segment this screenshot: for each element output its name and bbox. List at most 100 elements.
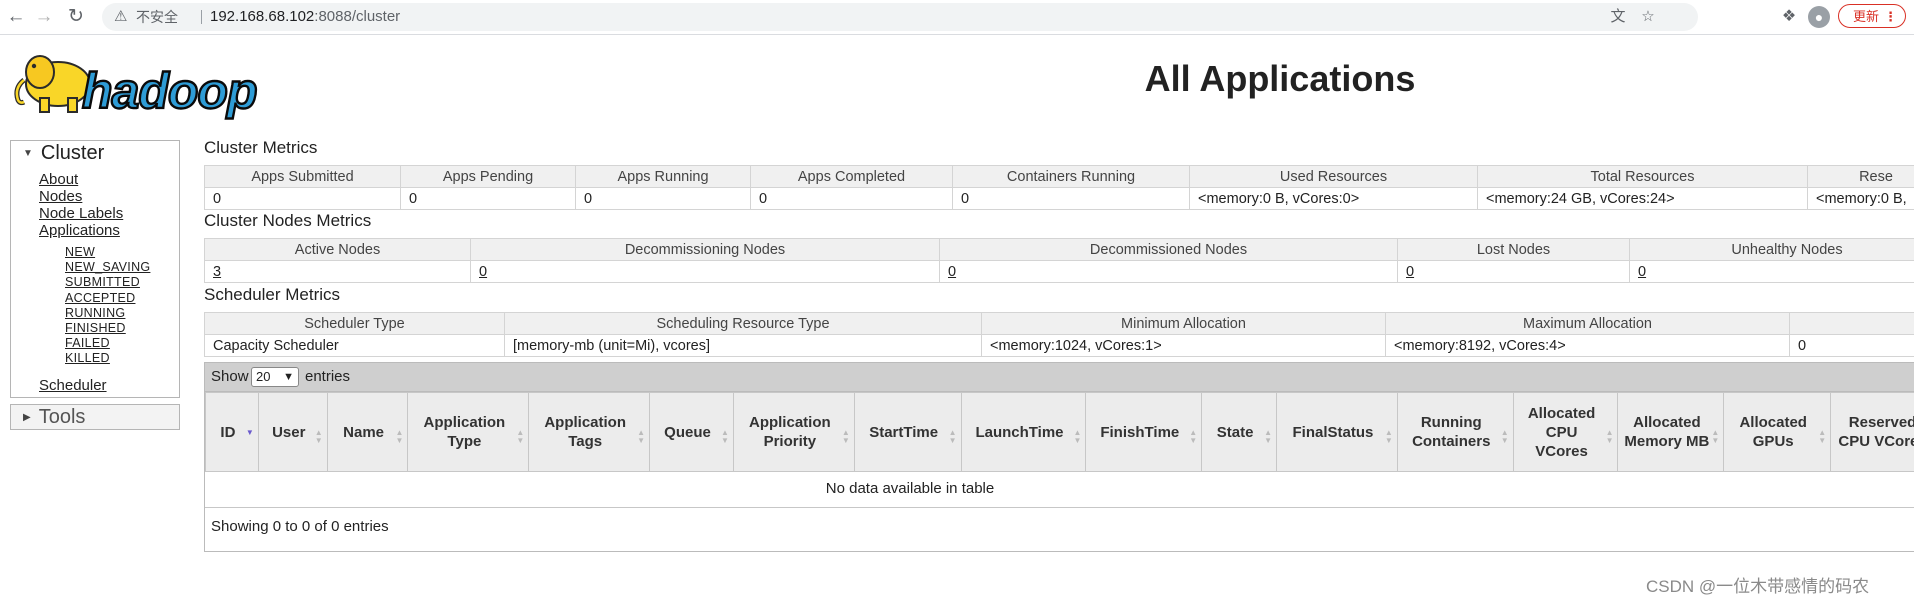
cm-value-apps-completed: 0 [750,187,953,210]
sort-both-icon: ▲ ▼ [1264,428,1273,445]
sort-both-icon: ▲ ▼ [637,428,646,445]
watermark: CSDN @一位木带感情的码农 [1646,577,1870,596]
cm-value-reserved-resources: <memory:0 B, [1807,187,1914,210]
sort-both-icon: ▲ ▼ [721,428,729,445]
sm-value-maximum-allocation: <memory:8192, vCores:4> [1385,334,1790,357]
column-header-finish-time[interactable]: FinishTime ▲ ▼ [1085,392,1203,472]
nm-cell-decommissioning-nodes: 0 [470,260,940,283]
nm-header-decommissioned-nodes: Decommissioned Nodes [939,238,1398,261]
column-label: Allocated CPU VCores [1527,404,1596,460]
column-label: LaunchTime [975,423,1064,441]
column-header-allocated-cpu-vcores[interactable]: Allocated CPU VCores ▲ ▼ [1512,392,1619,472]
column-header-reserved-cpu-vcores[interactable]: Reserved CPU VCores▲▼ [1830,392,1914,472]
column-label: Running Containers [1412,414,1491,450]
nodes-metrics-title: Cluster Nodes Metrics [204,211,372,230]
column-header-start-time[interactable]: StartTime ▲ ▼ [853,392,962,472]
column-label: Application Type [423,414,506,450]
sort-both-icon: ▲ ▼ [1189,428,1198,445]
sm-header-scheduling-resource-type: Scheduling Resource Type [504,312,982,335]
nm-cell-active-nodes: 3 [204,260,471,283]
sm-header-maximum-allocation: Maximum Allocation [1385,312,1790,335]
column-header-running-containers[interactable]: Running Containers ▲ ▼ [1396,392,1514,472]
applications-table-container: Show 20 ▼ entries ID ▼ User ▲ ▼ Name ▲ ▼ Appli… [204,362,1914,552]
decommissioning-nodes-link[interactable]: 0 [479,264,487,280]
column-label: Reserved CPU VCores [1838,414,1914,450]
column-header-allocated-gpus[interactable]: Allocated GPUs ▲ ▼ [1723,392,1832,472]
column-header-state[interactable]: State ▲ ▼ [1201,392,1278,472]
empty-table-message: No data available in table [825,480,995,497]
column-label: StartTime [869,423,939,441]
sort-both-icon: ▲ ▼ [1384,428,1393,445]
column-header-application-priority[interactable]: Application Priority ▲ ▼ [732,392,855,472]
sort-both-icon: ▲ ▼ [1818,428,1827,445]
sm-header-scheduler-type: Scheduler Type [204,312,505,335]
entries-label: entries [305,368,351,385]
table-length-bar: Show 20 ▼ entries [205,363,1914,392]
column-label: Queue [664,423,711,441]
sm-value-scheduler-type: Capacity Scheduler [204,334,505,357]
cm-value-apps-submitted: 0 [204,187,401,210]
lost-nodes-link[interactable]: 0 [1406,264,1414,280]
nm-cell-decommissioned-nodes: 0 [939,260,1398,283]
nm-cell-unhealthy-nodes: 0 [1629,260,1914,283]
scheduler-metrics-title: Scheduler Metrics [204,285,341,304]
cm-header-apps-completed: Apps Completed [750,165,953,188]
sort-desc-icon: ▼ [245,428,254,437]
column-header-name[interactable]: Name ▲ ▼ [326,392,409,472]
sort-both-icon: ▲ ▼ [314,428,323,445]
cm-header-containers-running: Containers Running [952,165,1190,188]
nm-header-lost-nodes: Lost Nodes [1397,238,1630,261]
column-label: Application Priority [748,414,831,450]
decommissioned-nodes-link[interactable]: 0 [948,264,956,280]
cm-header-apps-running: Apps Running [575,165,751,188]
active-nodes-link[interactable]: 3 [213,264,221,280]
cm-value-containers-running: 0 [952,187,1190,210]
chevron-down-icon: ▼ [283,371,294,383]
column-header-final-status[interactable]: FinalStatus ▲ ▼ [1276,392,1398,472]
cm-value-used-resources: <memory:0 B, vCores:0> [1189,187,1478,210]
sm-value-scheduling-resource-type: [memory-mb (unit=Mi), vcores] [504,334,982,357]
cm-header-reserved-resources: Rese [1807,165,1914,188]
entries-select-value: 20 [256,369,271,384]
nodes-metrics-table: Active Nodes Decommissioning Nodes Decom… [204,238,1914,283]
cm-header-apps-submitted: Apps Submitted [204,165,401,188]
column-label: FinalStatus [1292,423,1374,441]
entries-per-page-select[interactable]: 20 ▼ [251,367,299,387]
column-header-allocated-memory-mb[interactable]: Allocated Memory MB ▲ ▼ [1617,392,1725,472]
cm-header-total-resources: Total Resources [1477,165,1808,188]
unhealthy-nodes-link[interactable]: 0 [1638,264,1646,280]
column-header-user[interactable]: User ▲ ▼ [257,392,328,472]
column-header-queue[interactable]: Queue ▲ ▼ [649,392,734,472]
column-header-id[interactable]: ID ▼ [205,392,259,472]
nm-cell-lost-nodes: 0 [1397,260,1630,283]
column-header-application-type[interactable]: Application Type ▲ ▼ [407,392,530,472]
scheduler-metrics-table: Scheduler Type Scheduling Resource Type … [204,312,1914,357]
sort-both-icon: ▲ ▼ [1605,428,1614,445]
column-label: Allocated Memory MB [1624,414,1710,450]
nm-header-unhealthy-nodes: Unhealthy Nodes [1629,238,1914,261]
sm-value-minimum-allocation: <memory:1024, vCores:1> [981,334,1386,357]
empty-table-row: No data available in table [205,471,1914,508]
applications-table: ID ▼ User ▲ ▼ Name ▲ ▼ Application Type ▲ ▼ App… [205,392,1914,472]
column-label: ID [220,423,236,441]
cluster-metrics-title: Cluster Metrics [204,138,318,157]
column-header-launch-time[interactable]: LaunchTime ▲ ▼ [960,392,1087,472]
column-label: Allocated GPUs [1739,414,1807,450]
column-label: Name [343,423,384,441]
show-label: Show [211,368,249,385]
sm-header-minimum-allocation: Minimum Allocation [981,312,1386,335]
cm-value-total-resources: <memory:24 GB, vCores:24> [1477,187,1808,210]
sm-value-extra: 0 [1789,334,1914,357]
sort-both-icon: ▲ ▼ [1711,428,1720,445]
sort-both-icon: ▲ ▼ [1500,428,1509,445]
column-header-application-tags[interactable]: Application Tags ▲ ▼ [528,392,651,472]
column-label: User [272,423,306,441]
sort-both-icon: ▲ ▼ [948,428,957,445]
cluster-metrics-table: Apps Submitted Apps Pending Apps Running… [204,165,1914,210]
sm-header-extra [1789,312,1914,335]
column-label: FinishTime [1100,423,1180,441]
column-label: State [1216,423,1254,441]
nm-header-active-nodes: Active Nodes [204,238,471,261]
cm-header-apps-pending: Apps Pending [400,165,576,188]
sort-both-icon: ▲ ▼ [1073,428,1082,445]
